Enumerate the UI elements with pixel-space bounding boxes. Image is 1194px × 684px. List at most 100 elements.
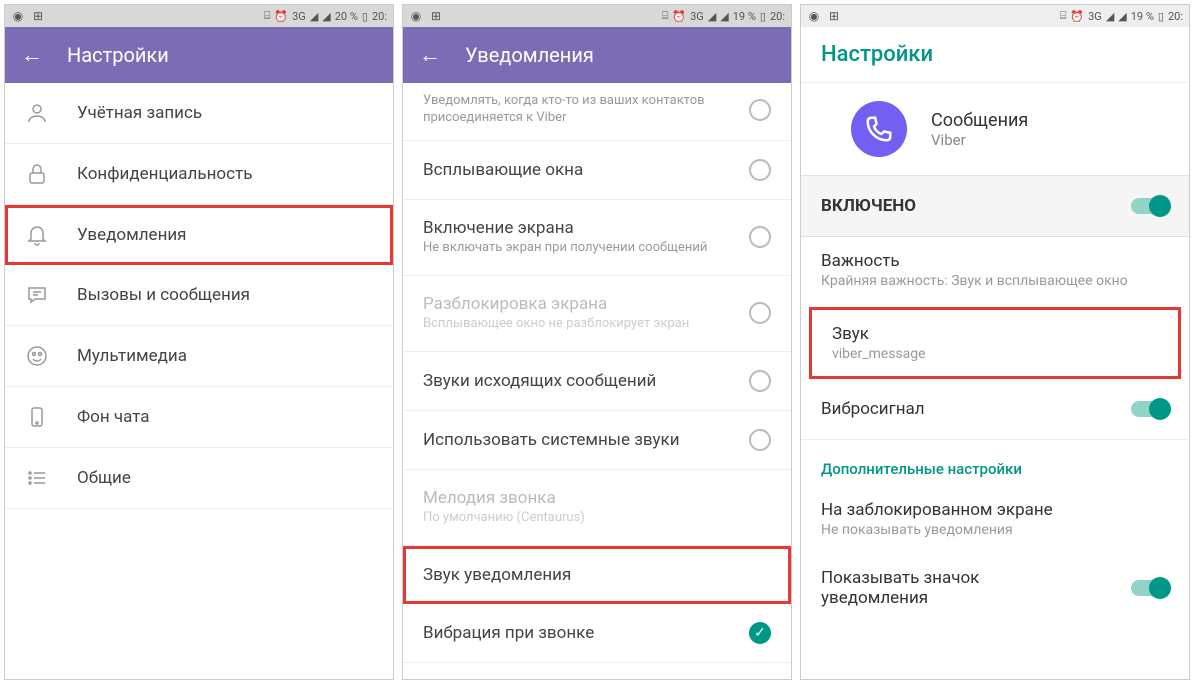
item-label: Конфиденциальность <box>77 164 373 184</box>
status-bar: ⌸ ⏰ 3G ◢ ◢ 19 % ▯ 20: <box>403 5 791 27</box>
notification-item[interactable]: Звук уведомления <box>403 546 791 604</box>
lock-title: На заблокированном экране <box>821 500 1169 520</box>
battery-icon: ▯ <box>362 10 368 23</box>
signal-icon-2: ◢ <box>322 10 330 23</box>
importance-title: Важность <box>821 251 1169 271</box>
signal-3g-icon: 3G <box>1088 10 1102 23</box>
item-sub: Всплывающее окно не разблокирует экран <box>423 316 749 333</box>
battery-text: 19 % <box>1131 10 1154 23</box>
cast-icon: ⌸ <box>662 9 669 23</box>
signal-3g-icon: 3G <box>292 10 306 23</box>
item-title: Всплывающие окна <box>423 160 749 180</box>
item-sub: Уведомлять, когда кто-то из ваших контак… <box>423 93 749 127</box>
alarm-icon: ⏰ <box>1070 10 1084 23</box>
item-label: Учётная запись <box>77 103 373 123</box>
item-label: Вызовы и сообщения <box>77 285 373 305</box>
eye-icon <box>807 9 821 23</box>
notification-item[interactable]: Включение экрана Не включать экран при п… <box>403 200 791 276</box>
eye-icon <box>11 9 25 23</box>
list-item-partial[interactable]: Уведомлять, когда кто-то из ваших контак… <box>403 83 791 141</box>
settings-list: Учётная запись Конфиденциальность Уведом… <box>5 83 393 679</box>
badge-item[interactable]: Показывать значок уведомления <box>801 552 1189 624</box>
signal-icon: ◢ <box>1106 10 1114 23</box>
battery-text: 20 % <box>335 10 358 23</box>
lock-icon <box>25 162 49 186</box>
status-bar: ⌸ ⏰ 3G ◢ ◢ 20 % ▯ 20: <box>5 5 393 27</box>
toggle-on-icon[interactable] <box>1131 580 1169 596</box>
phone-3-android-settings: ⌸ ⏰ 3G ◢ ◢ 19 % ▯ 20: Настройки Сообщени… <box>800 4 1190 680</box>
radio-icon[interactable] <box>749 370 771 392</box>
item-title: Вибрация при звонке <box>423 623 749 643</box>
item-title: Использовать системные звуки <box>423 430 749 450</box>
settings-item-bell[interactable]: Уведомления <box>5 205 393 265</box>
item-title: Разблокировка экрана <box>423 294 749 314</box>
alarm-icon: ⏰ <box>274 10 288 23</box>
battery-text: 19 % <box>733 10 756 23</box>
toggle-on-icon[interactable] <box>1131 198 1169 214</box>
media-icon <box>25 344 49 368</box>
checkbox-checked-icon[interactable]: ✓ <box>749 622 771 644</box>
radio-icon[interactable] <box>749 99 771 121</box>
radio-icon[interactable] <box>749 159 771 181</box>
lock-sub: Не показывать уведомления <box>821 522 1169 538</box>
item-label: Общие <box>77 468 373 488</box>
lockscreen-item[interactable]: На заблокированном экране Не показывать … <box>801 486 1189 552</box>
settings-header: Настройки <box>801 27 1189 83</box>
notification-item[interactable]: Звуки исходящих сообщений <box>403 352 791 411</box>
clock-text: 20: <box>1168 10 1183 23</box>
notifications-list: Уведомлять, когда кто-то из ваших контак… <box>403 83 791 679</box>
settings-item-media[interactable]: Мультимедиа <box>5 326 393 387</box>
radio-icon[interactable] <box>749 302 771 324</box>
teamviewer-icon <box>31 9 45 23</box>
radio-icon[interactable] <box>749 226 771 248</box>
settings-item-user[interactable]: Учётная запись <box>5 83 393 144</box>
toggle-on-icon[interactable] <box>1131 401 1169 417</box>
chat-icon <box>25 283 49 307</box>
settings-item-chat[interactable]: Вызовы и сообщения <box>5 265 393 326</box>
back-arrow-icon[interactable]: ← <box>21 42 43 68</box>
item-sub: По умолчанию (Centaurus) <box>423 510 771 527</box>
settings-item-lock[interactable]: Конфиденциальность <box>5 144 393 205</box>
item-label: Мультимедиа <box>77 346 373 366</box>
section-header: Дополнительные настройки <box>801 444 1189 486</box>
cast-icon: ⌸ <box>1060 9 1067 23</box>
clock-text: 20: <box>770 10 785 23</box>
importance-item[interactable]: Важность Крайняя важность: Звук и всплыв… <box>801 237 1189 303</box>
radio-icon[interactable] <box>749 429 771 451</box>
settings-item-phone[interactable]: Фон чата <box>5 387 393 448</box>
divider <box>801 439 1189 440</box>
vibro-item[interactable]: Вибросигнал <box>801 383 1189 435</box>
signal-3g-icon: 3G <box>690 10 704 23</box>
android-notif-settings: Сообщения Viber ВКЛЮЧЕНО Важность Крайня… <box>801 83 1189 679</box>
phone-2-viber-notifications: ⌸ ⏰ 3G ◢ ◢ 19 % ▯ 20: ← Уведомления Увед… <box>402 4 792 680</box>
notification-item[interactable]: Вибрация при звонке ✓ <box>403 604 791 663</box>
sound-title: Звук <box>832 324 1158 344</box>
eye-icon <box>409 9 423 23</box>
notification-item: Разблокировка экрана Всплывающее окно не… <box>403 276 791 352</box>
item-label: Уведомления <box>77 225 373 245</box>
teamviewer-icon <box>827 9 841 23</box>
enabled-toggle-row[interactable]: ВКЛЮЧЕНО <box>801 175 1189 237</box>
notification-item[interactable]: Использовать системные звуки <box>403 411 791 470</box>
sound-sub: viber_message <box>832 346 1158 362</box>
clock-text: 20: <box>372 10 387 23</box>
settings-item-list[interactable]: Общие <box>5 448 393 509</box>
status-bar: ⌸ ⏰ 3G ◢ ◢ 19 % ▯ 20: <box>801 5 1189 27</box>
sound-item[interactable]: Звук viber_message <box>809 307 1181 379</box>
app-header: ← Настройки <box>5 27 393 83</box>
app-sub: Viber <box>931 131 1028 149</box>
back-arrow-icon[interactable]: ← <box>419 42 441 68</box>
item-label: Фон чата <box>77 407 373 427</box>
battery-icon: ▯ <box>760 10 766 23</box>
list-icon <box>25 466 49 490</box>
header-title: Настройки <box>67 43 169 67</box>
header-title: Уведомления <box>465 43 594 67</box>
vibro-title: Вибросигнал <box>821 399 925 419</box>
user-icon <box>25 101 49 125</box>
notification-item[interactable]: Всплывающие окна <box>403 141 791 200</box>
signal-icon: ◢ <box>310 10 318 23</box>
phone-1-viber-settings: ⌸ ⏰ 3G ◢ ◢ 20 % ▯ 20: ← Настройки Учётна… <box>4 4 394 680</box>
app-row: Сообщения Viber <box>801 83 1189 175</box>
cast-icon: ⌸ <box>264 9 271 23</box>
badge-title: Показывать значок уведомления <box>821 568 1081 608</box>
